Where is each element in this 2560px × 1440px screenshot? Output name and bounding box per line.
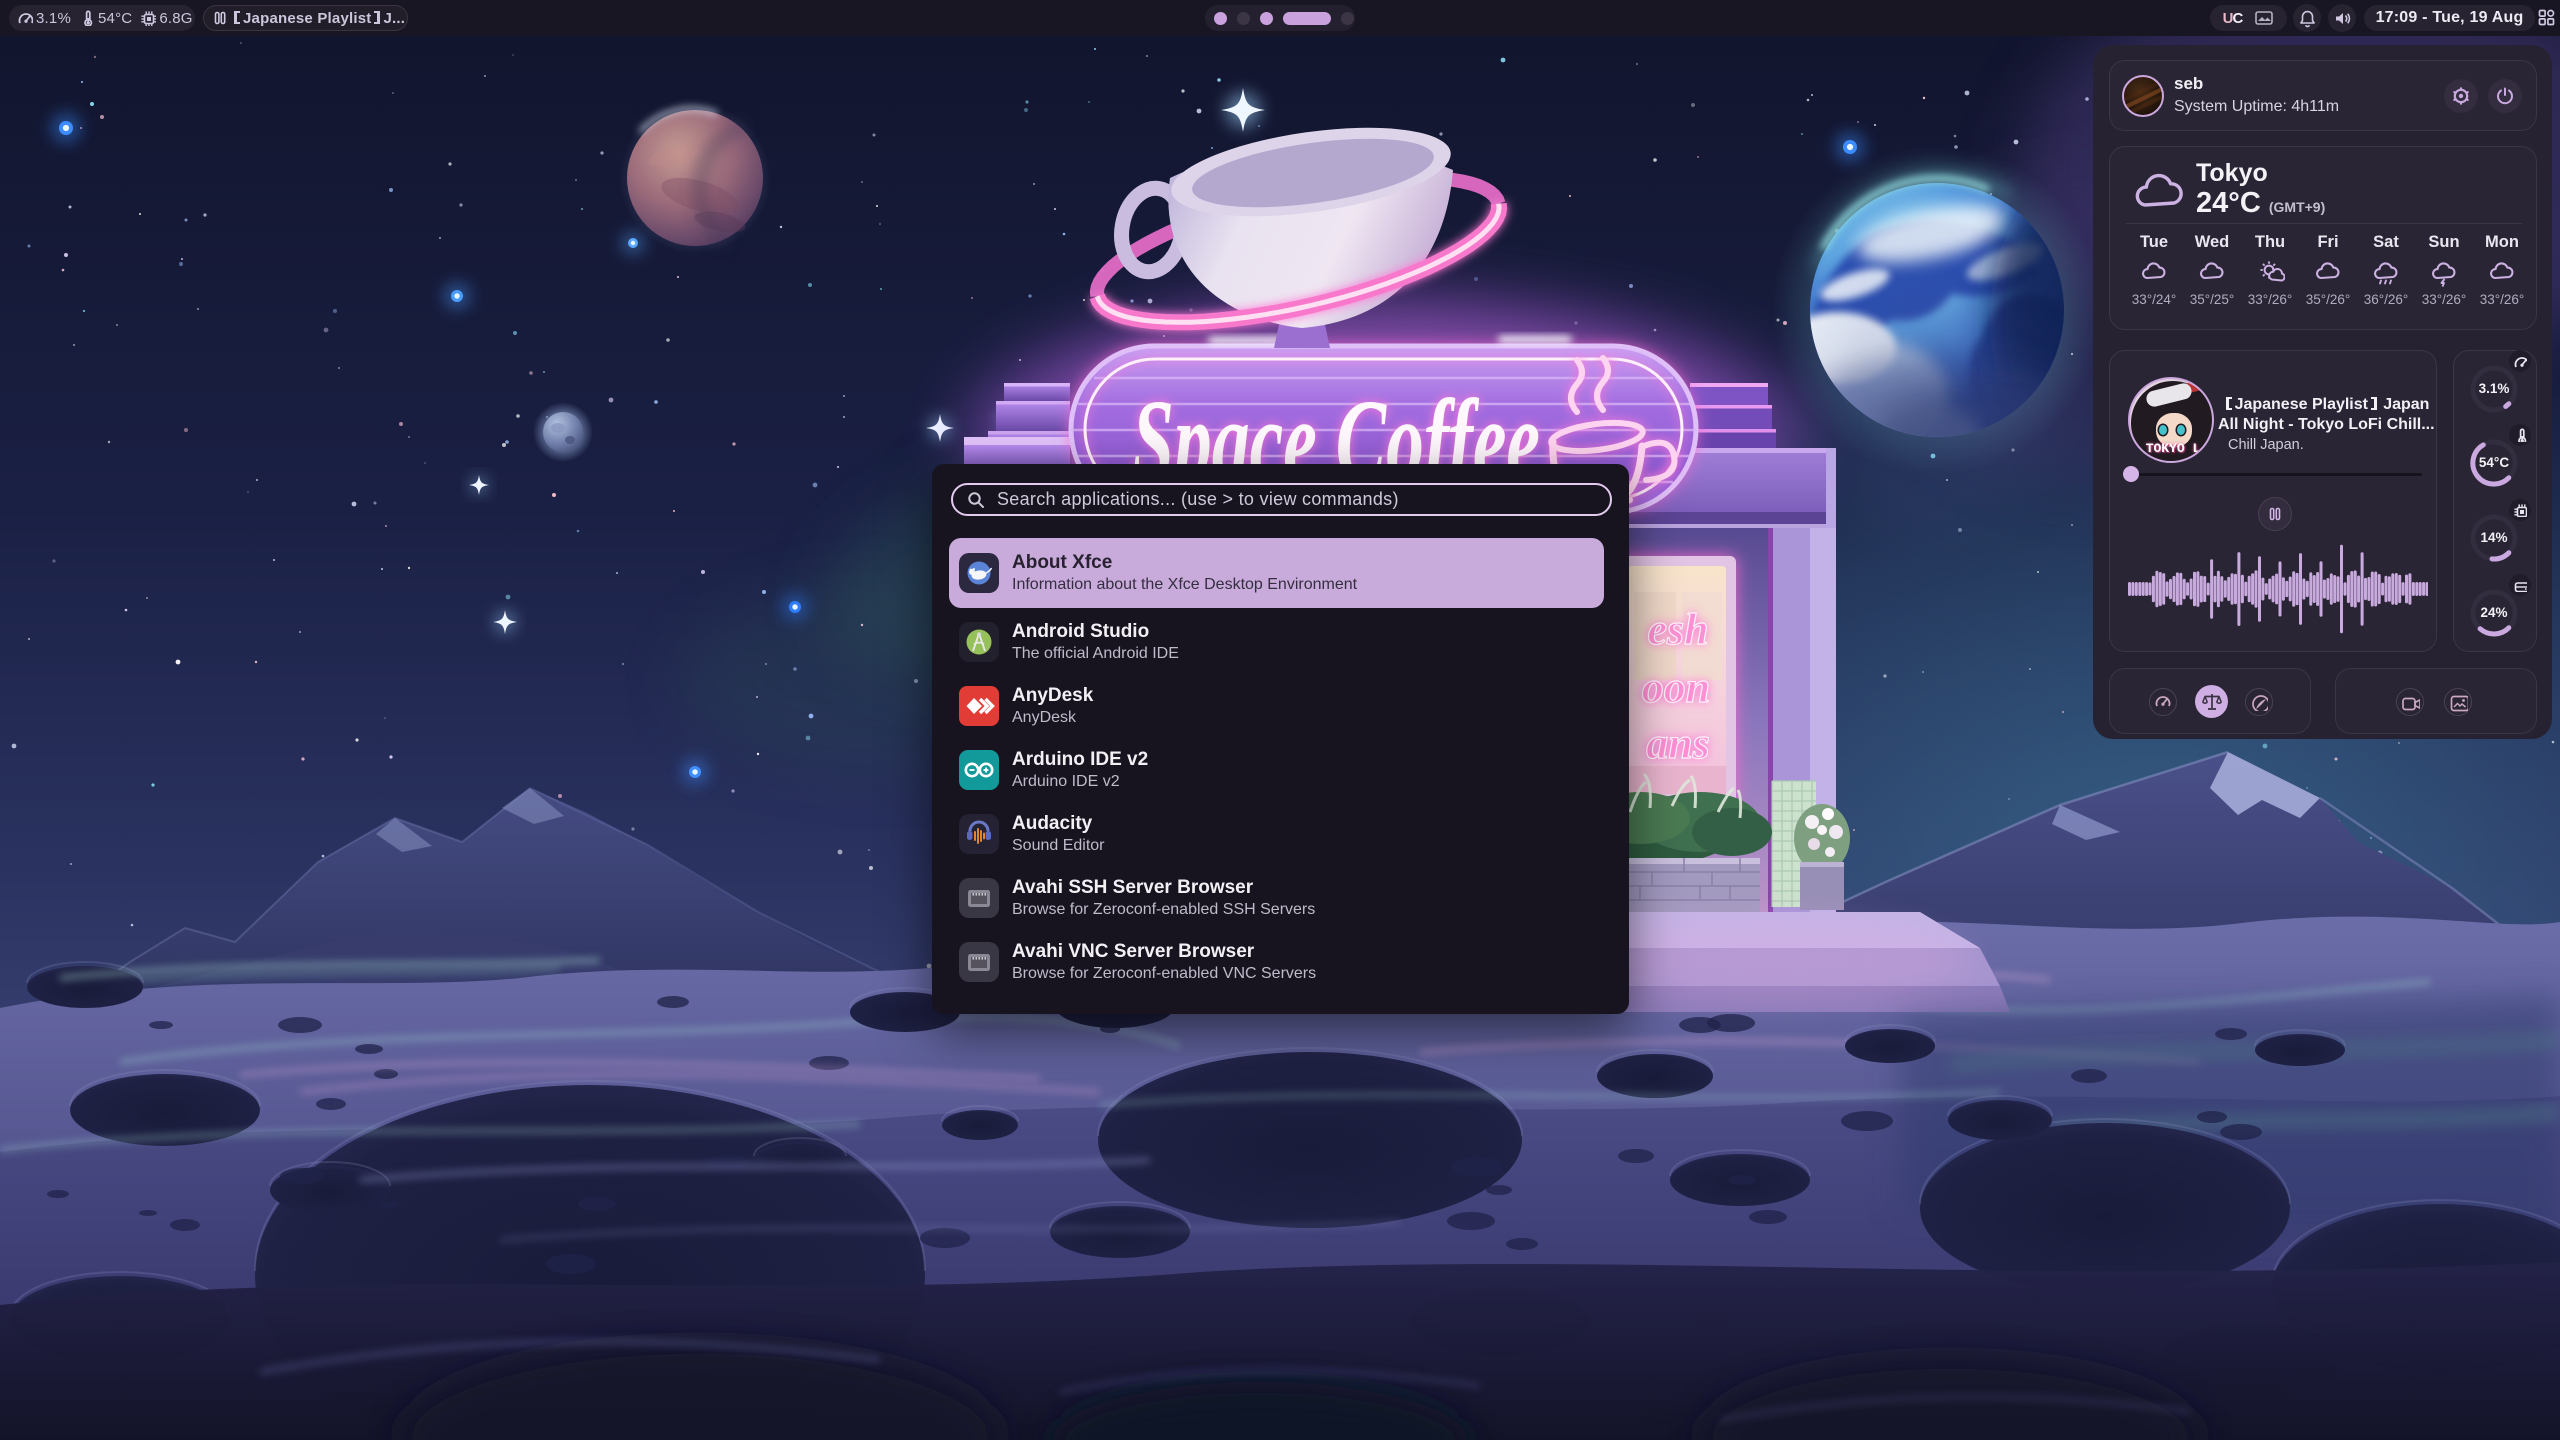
svg-text:esh: esh (1647, 605, 1708, 654)
svg-text:oon: oon (1642, 663, 1710, 712)
svg-text:ans: ans (1646, 719, 1710, 768)
